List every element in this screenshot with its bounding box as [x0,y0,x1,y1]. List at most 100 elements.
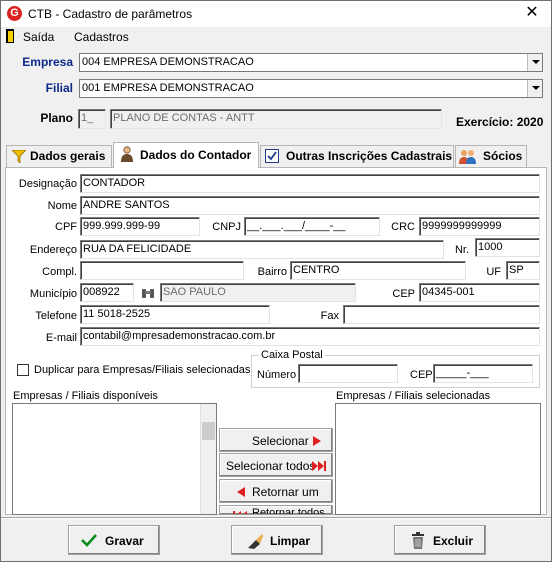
plano-code-field[interactable]: 1_ [78,109,106,129]
nome-field[interactable]: ANDRE SANTOS [80,196,540,215]
bairro-label: Bairro [257,266,287,278]
email-label: E-mail [45,332,77,344]
retornar-um-label: Retornar um [252,485,319,499]
cep-field[interactable]: 04345-001 [419,283,540,302]
plano-name-field: PLANO DE CONTAS - ANTT [110,109,442,129]
tab-dados-gerais-label: Dados gerais [30,149,106,163]
menu-cadastros[interactable]: Cadastros [74,30,129,44]
arrow-right-icon [313,436,321,446]
footer-separator-highlight [1,518,551,519]
limpar-label: Limpar [270,534,311,548]
fax-label: Fax [320,310,339,322]
selecionar-todos-label: Selecionar todos [226,459,316,473]
endereco-label: Endereço [29,244,77,256]
app-logo-icon: G [7,6,22,21]
uf-field[interactable]: SP [506,261,540,280]
uf-label: UF [486,266,501,278]
empresa-select[interactable]: 004 EMPRESA DEMONSTRACAO [79,53,543,72]
filial-select[interactable]: 001 EMPRESA DEMONSTRACAO [79,79,543,98]
empresa-label: Empresa [22,55,73,69]
tab-socios[interactable]: Sócios [455,145,527,167]
person-icon [121,146,133,162]
selecionar-todos-button[interactable]: Selecionar todos [219,453,333,477]
numero-label: Número [257,369,297,381]
tab-outras-inscricoes-label: Outras Inscrições Cadastrais [286,149,453,163]
endereco-field[interactable]: RUA DA FELICIDADE [80,240,444,259]
chevron-down-icon[interactable] [527,54,542,71]
tab-socios-label: Sócios [483,149,523,163]
cep-label: CEP [392,288,415,300]
duplicar-checkbox[interactable] [17,364,29,376]
municipio-label: Município [29,288,77,300]
exit-door-icon [6,29,14,43]
funnel-icon [12,150,26,163]
available-list[interactable] [12,403,217,515]
compl-field[interactable] [80,261,244,280]
filial-select-value: 001 EMPRESA DEMONSTRACAO [82,82,254,94]
title-bar: G CTB - Cadastro de parâmetros ✕ [1,1,551,27]
tab-dados-do-contador-label: Dados do Contador [140,148,252,162]
eraser-icon [248,534,263,549]
retornar-todos-label: Retornar todos [252,507,325,515]
duplicar-label: Duplicar para Empresas/Filiais seleciona… [34,364,251,376]
nome-label: Nome [47,200,77,212]
bairro-field[interactable]: CENTRO [290,261,466,280]
compl-label: Compl. [42,266,77,278]
municipio-search-button[interactable] [139,284,157,302]
selecionar-label: Selecionar [252,434,309,448]
tab-dados-gerais[interactable]: Dados gerais [6,145,112,167]
double-arrow-left-icon [233,511,247,514]
double-arrow-right-icon [312,461,326,471]
cnpj-field[interactable]: __.___.___/____-__ [244,217,380,236]
caixa-postal-label: Caixa Postal [259,348,325,362]
designacao-label: Designação [18,178,77,190]
retornar-todos-button[interactable]: Retornar todos [219,505,333,515]
main-window: G CTB - Cadastro de parâmetros ✕ Saída C… [0,0,552,562]
arrow-left-icon [237,487,245,497]
email-field[interactable]: contabil@mpresademonstracao.com.br [80,327,540,346]
available-list-scrollbar[interactable] [200,404,216,514]
numero-field[interactable] [298,364,398,383]
menu-bar: Saída Cadastros [1,27,551,47]
trash-icon [412,532,424,549]
crc-field[interactable]: 9999999999999 [419,217,540,236]
checkbox-icon [265,149,279,163]
selected-list[interactable] [335,403,541,515]
menu-saida[interactable]: Saída [23,30,54,44]
fax-field[interactable] [343,305,540,324]
cpf-field[interactable]: 999.999.999-99 [80,217,200,236]
nr-label: Nr. [454,244,469,256]
empresa-select-value: 004 EMPRESA DEMONSTRACAO [82,56,254,68]
close-button[interactable]: ✕ [521,3,543,23]
selecionar-button[interactable]: Selecionar [219,428,333,452]
gravar-button[interactable]: Gravar [68,525,160,555]
selected-list-label: Empresas / Filiais selecionadas [336,390,491,402]
cpf-label: CPF [55,221,77,233]
exercicio-label: Exercício: 2020 [456,115,544,129]
telefone-field[interactable]: 11 5018-2525 [80,305,270,324]
cnpj-label: CNPJ [212,221,241,233]
municipio-name-field: SAO PAULO [160,283,356,302]
excluir-label: Excluir [433,534,474,548]
cp-cep-label: CEP [410,369,433,381]
tab-dados-do-contador[interactable]: Dados do Contador [113,142,259,168]
cp-cep-field[interactable]: _____-___ [433,364,533,383]
retornar-um-button[interactable]: Retornar um [219,479,333,503]
chevron-down-icon[interactable] [527,80,542,97]
binoculars-icon [142,289,154,298]
tab-outras-inscricoes[interactable]: Outras Inscrições Cadastrais [260,145,454,167]
nr-field[interactable]: 1000 [475,238,540,257]
excluir-button[interactable]: Excluir [394,525,486,555]
limpar-button[interactable]: Limpar [231,525,323,555]
available-list-label: Empresas / Filiais disponíveis [13,390,158,402]
people-icon [459,150,476,164]
filial-label: Filial [45,81,73,95]
designacao-field[interactable]: CONTADOR [80,174,540,193]
crc-label: CRC [391,221,415,233]
scrollbar-thumb[interactable] [202,422,215,440]
municipio-code-field[interactable]: 008922 [80,283,134,302]
gravar-label: Gravar [105,534,144,548]
telefone-label: Telefone [35,310,77,322]
window-title: CTB - Cadastro de parâmetros [28,7,193,21]
checkmark-icon [81,534,97,547]
